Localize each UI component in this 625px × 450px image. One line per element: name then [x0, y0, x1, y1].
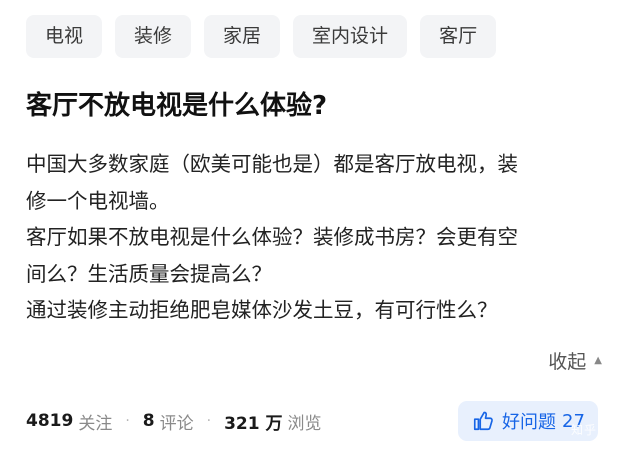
question-stats: 4819 关注 · 8 评论 · 321 万 浏览 — [26, 404, 321, 438]
view-label: 浏览 — [287, 413, 322, 434]
follow-count: 4819 — [26, 411, 74, 431]
topic-tag[interactable]: 客厅 — [420, 15, 497, 58]
good-question-button[interactable]: 好问题 27 — [458, 401, 598, 441]
follow-label[interactable]: 关注 — [78, 409, 112, 434]
question-body: 中国大多数家庭（欧美可能也是）都是客厅放电视，装 修一个电视墙。 客厅如果不放电… — [26, 146, 611, 329]
good-question-label: 好问题 — [502, 412, 556, 433]
comment-count: 8 — [142, 411, 155, 431]
body-line: 中国大多数家庭（欧美可能也是）都是客厅放电视，装 — [26, 152, 518, 176]
stat-separator: · — [125, 413, 130, 429]
view-count: 321 万 — [224, 413, 283, 434]
triangle-up-icon: ▲ — [594, 354, 602, 366]
thumbs-up-icon — [472, 410, 494, 432]
collapse-label: 收起 — [548, 350, 587, 373]
body-line: 通过装修主动拒绝肥皂媒体沙发土豆，有可行性么？ — [26, 298, 498, 322]
body-line: 客厅如果不放电视是什么体验？装修成书房？会更有空 — [26, 225, 518, 249]
topic-tag[interactable]: 家居 — [204, 15, 281, 58]
topic-tag[interactable]: 室内设计 — [293, 15, 408, 58]
collapse-button[interactable]: 收起 ▲ — [548, 344, 602, 376]
question-card: 电视 装修 家居 室内设计 客厅 客厅不放电视是什么体验? 中国大多数家庭（欧美… — [0, 0, 625, 450]
body-line: 间么？生活质量会提高么？ — [26, 261, 272, 286]
stat-separator: · — [206, 413, 212, 429]
body-line: 修一个电视墙。 — [26, 188, 170, 213]
comment-label[interactable]: 评论 — [160, 409, 194, 434]
topic-tags: 电视 装修 家居 室内设计 客厅 — [26, 15, 497, 58]
question-title: 客厅不放电视是什么体验? — [26, 91, 328, 121]
topic-tag[interactable]: 装修 — [115, 15, 192, 58]
good-question-count: 27 — [562, 410, 585, 432]
topic-tag[interactable]: 电视 — [26, 15, 103, 58]
